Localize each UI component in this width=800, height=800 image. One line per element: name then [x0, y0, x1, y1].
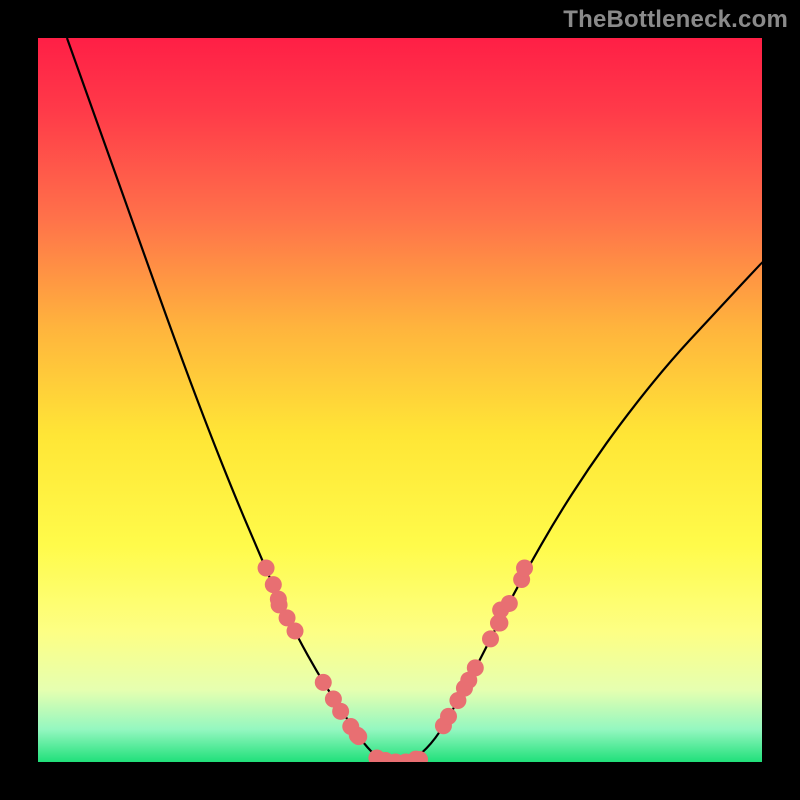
marker-dot	[482, 630, 499, 647]
marker-dot	[467, 659, 484, 676]
marker-dot	[516, 559, 533, 576]
marker-dot	[440, 708, 457, 725]
marker-dot	[258, 559, 275, 576]
marker-dot	[287, 622, 304, 639]
watermark-text: TheBottleneck.com	[563, 6, 788, 34]
chart-plot	[38, 38, 762, 762]
chart-background	[38, 38, 762, 762]
chart-frame: TheBottleneck.com	[0, 0, 800, 800]
marker-dot	[315, 674, 332, 691]
marker-dot	[265, 576, 282, 593]
chart-svg	[38, 38, 762, 762]
marker-dot	[350, 728, 367, 745]
marker-dot	[501, 595, 518, 612]
marker-dot	[332, 703, 349, 720]
